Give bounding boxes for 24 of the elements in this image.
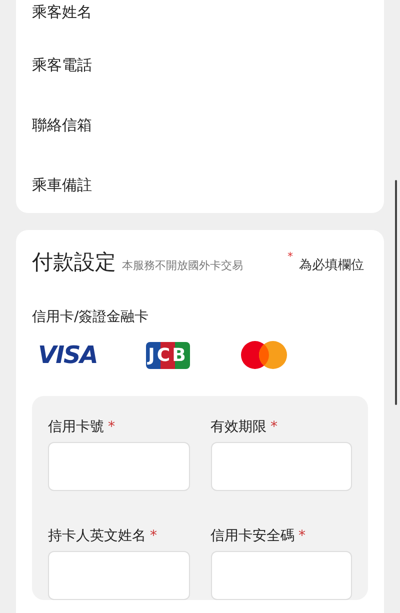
input-field[interactable]	[210, 551, 352, 600]
required-mark: *	[270, 419, 278, 435]
mastercard-logo	[240, 340, 288, 370]
field-label: 乘車備註	[32, 176, 92, 195]
card-type-label: 信用卡/簽證金融卡	[32, 308, 150, 326]
scrollbar[interactable]	[395, 180, 397, 405]
required-mark: *	[150, 528, 157, 544]
field-label: 信用卡號	[48, 418, 104, 436]
required-mark: *	[288, 250, 293, 263]
required-note: 為必填欄位	[299, 257, 364, 274]
required-mark: *	[298, 528, 306, 544]
field-label: 乘客姓名	[32, 3, 92, 22]
field-label: 聯絡信箱	[32, 116, 92, 135]
visa-logo: VISA	[38, 341, 98, 369]
required-mark: *	[108, 419, 115, 435]
section-note: 本服務不開放國外卡交易	[122, 258, 243, 273]
field-label: 有效期限	[210, 418, 266, 436]
field-label: 乘客電話	[32, 56, 92, 75]
input-field[interactable]	[210, 442, 352, 491]
input-field[interactable]	[48, 442, 190, 491]
section-title: 付款設定	[32, 249, 116, 276]
input-field[interactable]	[48, 551, 190, 600]
field-label: 持卡人英文姓名	[48, 527, 146, 545]
field-label: 信用卡安全碼	[210, 527, 294, 545]
